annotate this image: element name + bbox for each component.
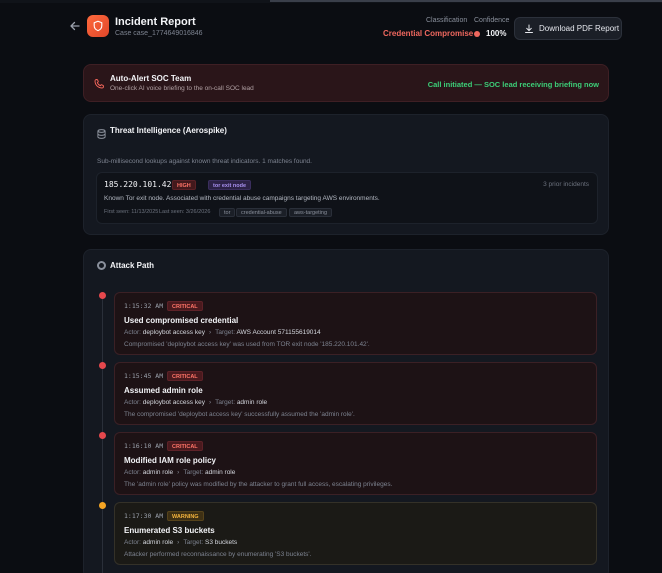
actor-label: Actor:: [124, 329, 141, 336]
phone-icon: [93, 77, 105, 89]
last-seen: Last seen: 3/26/2026: [159, 209, 211, 215]
timeline-dot-icon: [99, 362, 106, 369]
target-label: Target:: [183, 539, 204, 546]
timeline-dot-icon: [99, 502, 106, 509]
event-target: admin role: [236, 399, 268, 406]
attack-event-card[interactable]: 1:15:45 AM CRITICAL Assumed admin role Acto…: [114, 362, 597, 425]
tag-chip: credential-abuse: [236, 208, 287, 217]
event-severity-badge: WARNING: [167, 511, 204, 521]
severity-badge: HIGH: [172, 180, 196, 190]
database-icon: [97, 126, 106, 139]
event-title: Used compromised credential: [124, 316, 239, 325]
report-header: Incident Report Case case_1774649016846 …: [0, 3, 662, 47]
first-seen: First seen: 11/13/2025: [104, 209, 159, 215]
attack-event-card[interactable]: 1:17:30 AM WARNING Enumerated S3 buckets Ac…: [114, 502, 597, 565]
tag-chip: aws-targeting: [289, 208, 333, 217]
event-severity-badge: CRITICAL: [167, 371, 203, 381]
attack-path-title: Attack Path: [110, 261, 155, 270]
timeline-dot-icon: [99, 432, 106, 439]
attack-path-panel: Attack Path 1:15:32 AM CRITICAL Used compr…: [83, 249, 609, 573]
event-time: 1:17:30 AM: [124, 512, 164, 520]
download-pdf-label: Download PDF Report: [539, 24, 620, 33]
auto-alert-banner[interactable]: Auto-Alert SOC Team One-click AI voice b…: [83, 64, 609, 102]
event-title: Assumed admin role: [124, 386, 203, 395]
chevron-right-icon: ›: [177, 539, 180, 546]
case-id: Case case_1774649016846: [115, 30, 203, 37]
indicator-type-badge: tor exit node: [208, 180, 252, 190]
attack-event-card[interactable]: 1:15:32 AM CRITICAL Used compromised crede…: [114, 292, 597, 355]
target-label: Target:: [215, 329, 235, 336]
chevron-right-icon: ›: [177, 469, 180, 476]
back-arrow-icon[interactable]: [68, 19, 82, 33]
chevron-right-icon: ›: [208, 399, 212, 406]
target-icon: [97, 261, 106, 270]
top-progress-segment: [270, 0, 662, 2]
event-severity-badge: CRITICAL: [167, 301, 203, 311]
chevron-right-icon: ›: [208, 329, 212, 336]
alert-status: Call initiated — SOC lead receiving brie…: [427, 80, 599, 89]
event-actor: admin role: [142, 539, 174, 546]
event-time: 1:15:45 AM: [124, 372, 164, 380]
classification-label: Classification: [426, 17, 468, 24]
actor-label: Actor:: [124, 539, 141, 546]
target-label: Target:: [215, 399, 235, 406]
page-title: Incident Report: [115, 16, 196, 28]
alert-subtitle: One-click AI voice briefing to the on-ca…: [110, 85, 254, 92]
event-target: S3 buckets: [205, 539, 238, 546]
event-actor: admin role: [142, 469, 174, 476]
download-icon: [525, 24, 533, 33]
classification-dot-icon: [474, 31, 480, 37]
shield-logo-icon: [87, 15, 109, 37]
prior-incidents: 3 prior incidents: [543, 181, 589, 188]
event-actor-line: Actor: admin role › Target: admin role: [124, 469, 235, 476]
threat-intel-description: Sub-millisecond lookups against known th…: [97, 158, 312, 165]
event-target: admin role: [205, 469, 236, 476]
confidence-value: 100%: [486, 29, 507, 38]
target-label: Target:: [183, 469, 204, 476]
event-actor-line: Actor: deploybot access key › Target: admi…: [124, 399, 267, 406]
event-actor: deploybot access key: [142, 329, 205, 336]
event-description: The 'admin role' policy was modified by …: [124, 481, 393, 488]
event-time: 1:15:32 AM: [124, 302, 164, 310]
event-title: Enumerated S3 buckets: [124, 526, 215, 535]
timeline-dot-icon: [99, 292, 106, 299]
event-actor-line: Actor: deploybot access key › Target: AWS …: [124, 329, 321, 336]
confidence-label: Confidence: [474, 17, 510, 24]
classification-value: Credential Compromise: [383, 29, 474, 38]
threat-intel-title: Threat Intelligence (Aerospike): [110, 126, 227, 135]
indicator-card[interactable]: 185.220.101.42 HIGH tor exit node 3 prio…: [96, 172, 598, 224]
event-title: Modified IAM role policy: [124, 456, 217, 465]
event-description: Compromised 'deploybot access key' was u…: [124, 341, 370, 348]
event-description: Attacker performed reconnaissance by enu…: [124, 551, 312, 558]
threat-intelligence-panel: Threat Intelligence (Aerospike) Sub-mill…: [83, 114, 609, 235]
indicator-ip: 185.220.101.42: [104, 180, 172, 189]
event-actor: deploybot access key: [142, 399, 205, 406]
attack-event-card[interactable]: 1:16:10 AM CRITICAL Modified IAM role poli…: [114, 432, 597, 495]
actor-label: Actor:: [124, 399, 141, 406]
indicator-description: Known Tor exit node. Associated with cre…: [104, 195, 380, 202]
download-pdf-button[interactable]: Download PDF Report: [514, 17, 622, 40]
event-time: 1:16:10 AM: [124, 442, 164, 450]
event-description: The compromised 'deploybot access key' s…: [124, 411, 355, 418]
tag-chip: tor: [219, 208, 236, 217]
alert-title: Auto-Alert SOC Team: [110, 74, 192, 83]
event-target: AWS Account 571155619014: [236, 329, 321, 336]
event-severity-badge: CRITICAL: [167, 441, 203, 451]
actor-label: Actor:: [124, 469, 141, 476]
event-actor-line: Actor: admin role › Target: S3 buckets: [124, 539, 237, 546]
